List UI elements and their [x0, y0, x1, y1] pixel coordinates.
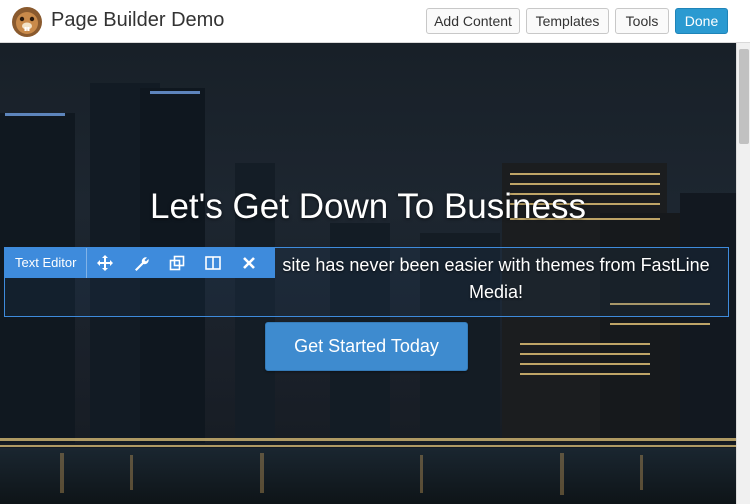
text-editor-module[interactable]: site has never been easier with themes f…: [4, 247, 729, 317]
scrollbar-thumb[interactable]: [739, 49, 749, 144]
duplicate-icon[interactable]: [159, 248, 195, 278]
module-toolbar: Text Editor: [5, 248, 275, 278]
done-button[interactable]: Done: [675, 8, 728, 34]
close-icon[interactable]: [231, 248, 267, 278]
templates-button[interactable]: Templates: [526, 8, 609, 34]
top-bar: Page Builder Demo Add Content Templates …: [0, 0, 750, 43]
scrollbar[interactable]: [736, 43, 750, 504]
beaver-logo-icon: [12, 7, 42, 37]
tools-button[interactable]: Tools: [615, 8, 669, 34]
columns-icon[interactable]: [195, 248, 231, 278]
hero-body-text: site has never been easier with themes f…: [282, 255, 710, 302]
wrench-icon[interactable]: [123, 248, 159, 278]
module-type-label: Text Editor: [5, 248, 88, 278]
move-icon[interactable]: [87, 248, 123, 278]
hero-heading: Let's Get Down To Business: [150, 187, 586, 226]
get-started-button[interactable]: Get Started Today: [265, 322, 468, 371]
app-title: Page Builder Demo: [51, 9, 225, 31]
add-content-button[interactable]: Add Content: [426, 8, 520, 34]
page-canvas: Let's Get Down To Business site has neve…: [0, 43, 736, 504]
